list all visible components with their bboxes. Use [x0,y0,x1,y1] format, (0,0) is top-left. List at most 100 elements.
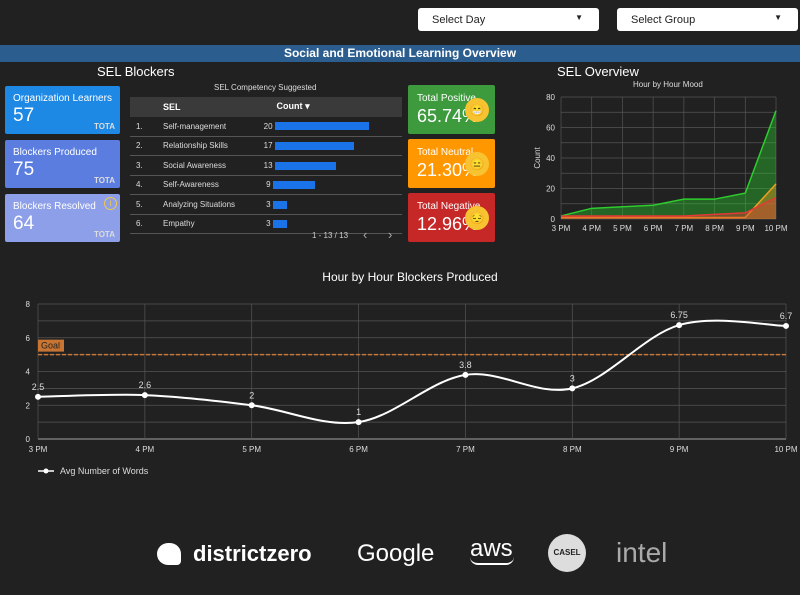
table-row: 5. Analyzing Situations 3 [130,194,402,215]
table-row: 3. Social Awareness 13 [130,155,402,176]
y-tick-label: 4 [26,368,31,377]
row-count: 13 [263,160,273,170]
data-label: 2.6 [139,380,152,390]
table-row: 6. Empathy 3 [130,214,402,234]
kpi-label: Blockers Produced [13,147,97,158]
pagination-label: 1 - 13 / 13 [312,231,349,240]
row-sel: Analyzing Situations [163,194,257,215]
x-tick-label: 5 PM [242,445,261,454]
row-count: 3 [266,219,271,229]
data-point [355,419,362,426]
blockers-chart-title: Hour by Hour Blockers Produced [322,270,498,284]
data-label: 2 [249,390,254,400]
x-tick-label: 7 PM [675,224,694,233]
next-page-button[interactable]: › [388,227,392,242]
data-point [248,402,255,409]
table-row: 2. Relationship Skills 17 [130,136,402,156]
data-point [569,385,576,392]
row-sel: Social Awareness [163,155,257,176]
row-count: 3 [266,199,271,209]
kpi-label: Organization Learners [13,93,112,104]
row-count: 20 [263,121,273,131]
y-tick-label: 80 [546,93,555,102]
kpi-suffix: TOTA [93,176,115,185]
row-rank: 3. [130,155,163,176]
row-count-bar [274,122,369,131]
x-tick-label: 10 PM [764,224,787,233]
districtzero-logo: districtzero [193,541,312,566]
row-count-bar [272,220,287,229]
sel-competency-table: SEL Count ▾ 1. Self-management 20 2. Relatio… [130,97,402,234]
x-tick-label: 10 PM [774,445,797,454]
x-tick-label: 9 PM [670,445,689,454]
x-tick-label: 7 PM [456,445,475,454]
sort-desc-icon: ▾ [305,101,310,112]
y-tick-label: 0 [26,435,31,444]
y-tick-label: 60 [546,124,555,133]
table-title: SEL Competency Suggested [214,83,317,92]
y-tick-label: 40 [546,154,555,163]
col-count-sort[interactable]: Count ▾ [257,97,402,117]
prev-page-button[interactable]: ‹ [363,227,367,242]
x-tick-label: 8 PM [705,224,724,233]
row-rank: 1. [130,116,163,137]
data-label: 2.5 [32,382,45,392]
row-count: 9 [266,180,271,190]
kpi-label: Blockers Resolved [13,201,96,212]
grinning-face-icon: 😁 [465,98,489,122]
districtzero-logo-icon [157,543,181,565]
row-count: 17 [263,141,273,151]
select-day-dropdown[interactable]: Select Day ▼ [418,8,599,31]
y-tick-label: 8 [26,300,31,309]
mood-card: Total Positive 65.74% 😁 [408,85,495,134]
select-day-label: Select Day [432,14,486,26]
x-tick-label: 6 PM [644,224,663,233]
partner-logos: districtzero Google aws CASEL intel [157,534,757,574]
x-tick-label: 4 PM [582,224,601,233]
aws-logo: aws [470,535,514,565]
row-sel: Relationship Skills [163,136,257,156]
row-rank: 5. [130,194,163,215]
x-tick-label: 3 PM [552,224,571,233]
goal-label: Goal [41,341,60,351]
y-tick-label: 2 [26,401,31,410]
x-tick-label: 9 PM [736,224,755,233]
row-rank: 4. [130,175,163,195]
data-label: 3 [570,373,575,383]
mood-card: Total Negative 12.96% 😔 [408,193,495,242]
select-group-dropdown[interactable]: Select Group ▼ [617,8,798,31]
page-title: Social and Emotional Learning Overview [0,45,800,62]
row-count-bar [272,200,287,209]
table-row: 1. Self-management 20 [130,116,402,137]
info-icon[interactable]: i [104,197,117,210]
x-tick-label: 4 PM [136,445,155,454]
sel-overview-title: SEL Overview [557,64,639,79]
row-rank: 2. [130,136,163,156]
row-sel: Self-management [163,116,257,137]
y-axis-label: Count [533,147,542,169]
kpi-card: Organization Learners 57 TOTA [5,86,120,134]
google-logo: Google [357,540,435,567]
data-label: 3.8 [459,360,472,370]
kpi-card: Blockers Resolved 64 TOTA i [5,194,120,242]
data-point [676,322,683,329]
mood-area-chart: 3 PM 4 PM 5 PM 6 PM 7 PM 8 PM 9 PM 10 PM 0 20 40 60… [533,93,788,233]
caret-down-icon: ▼ [774,13,782,22]
caret-down-icon: ▼ [575,13,583,22]
x-tick-label: 5 PM [613,224,632,233]
data-label: 6.75 [670,310,688,320]
data-point [462,371,469,378]
kpi-suffix: TOTA [93,230,115,239]
expressionless-face-icon: 😑 [465,152,489,176]
intel-logo: intel [616,537,668,568]
x-tick-label: 3 PM [29,445,48,454]
legend-label: Avg Number of Words [60,466,149,476]
legend-marker [43,468,49,474]
row-sel: Empathy [163,214,257,234]
mood-chart-title: Hour by Hour Mood [633,80,703,89]
col-count-label: Count [276,101,303,112]
casel-logo: CASEL [548,534,586,572]
sel-blockers-title: SEL Blockers [97,64,175,79]
pensive-face-icon: 😔 [465,206,489,230]
x-tick-label: 6 PM [349,445,368,454]
